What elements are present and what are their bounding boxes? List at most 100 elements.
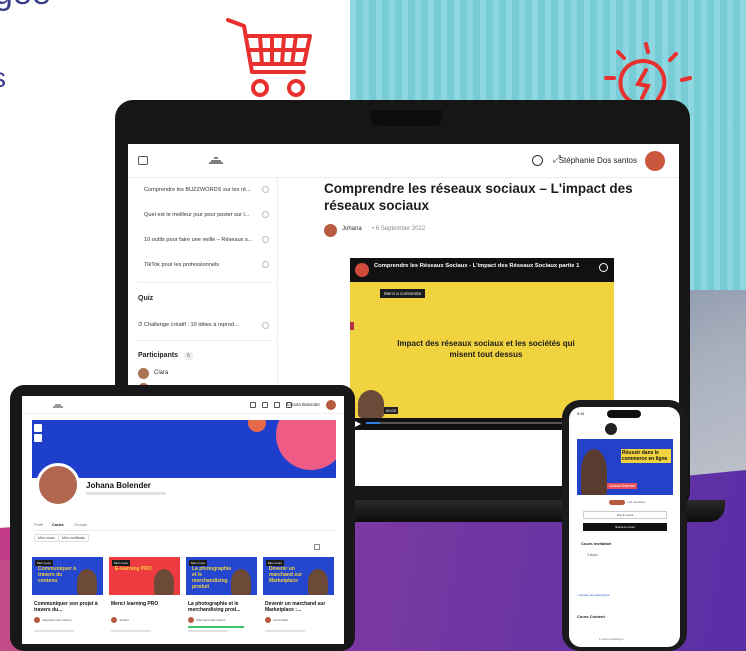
edit-cover-icon[interactable] bbox=[34, 424, 42, 432]
course-card-title[interactable]: Devenir un marchand sur Marketplace :... bbox=[265, 601, 337, 614]
author-avatar[interactable] bbox=[324, 224, 337, 237]
course-hero-image: Réussir dans le commerce en ligne Johana… bbox=[577, 439, 673, 495]
phone-screen: 9:41 Réussir dans le commerce en ligne J… bbox=[569, 407, 680, 647]
divider bbox=[138, 282, 273, 283]
avatar[interactable] bbox=[326, 400, 336, 410]
course-card-image[interactable]: Mon cours Communiquer à travers du conte… bbox=[32, 557, 103, 595]
sidebar-lesson[interactable]: Quel est le meilleur jour pour poster su… bbox=[144, 212, 249, 218]
hero-text-line-2: s bbox=[0, 62, 6, 94]
members-count: +15 membres bbox=[627, 500, 646, 504]
participants-heading: Participants 6 bbox=[138, 352, 193, 360]
quiz-heading: Quiz bbox=[138, 295, 154, 302]
course-card-headline: Devenir un marchand sur Marketplace bbox=[269, 566, 303, 584]
hero-text-line-1: gée bbox=[0, 0, 51, 13]
course-card-title[interactable]: Communiquer son projet à travers du... bbox=[34, 601, 106, 614]
members-avatars bbox=[609, 500, 625, 505]
course-card-headline: E-learning PRO bbox=[115, 566, 152, 572]
watch-later-icon[interactable] bbox=[599, 263, 608, 272]
logo-icon bbox=[53, 404, 63, 408]
publish-date-value: 6 September 2022 bbox=[375, 226, 426, 232]
laptop-camera-notch bbox=[370, 110, 442, 126]
notification-icon[interactable] bbox=[532, 155, 543, 166]
course-hero-headline: Réussir dans le commerce en ligne bbox=[621, 449, 671, 463]
profile-cover bbox=[32, 420, 336, 478]
lesson-status-icon bbox=[262, 261, 269, 268]
course-card-headline: La photographie et le merchandising prod… bbox=[192, 566, 232, 590]
participants-count: 6 bbox=[184, 352, 193, 360]
dynamic-island bbox=[607, 410, 641, 418]
profile-photo[interactable] bbox=[36, 463, 80, 507]
sidebar-lesson[interactable]: 10 outils pour faire une veille – Réseau… bbox=[144, 237, 253, 243]
profile-name: Johana Bolender bbox=[86, 481, 151, 490]
follow-course-button[interactable]: Suivre le cours bbox=[583, 523, 667, 531]
course-meta-placeholder bbox=[111, 630, 151, 632]
course-instructor-photo bbox=[77, 569, 97, 595]
bell-icon[interactable] bbox=[262, 402, 268, 408]
user-name[interactable]: Stéphanie Dos santos bbox=[559, 156, 637, 165]
sidebar-lesson[interactable]: TikTok pour les professionnels bbox=[144, 262, 219, 268]
course-author-avatar bbox=[111, 617, 117, 623]
sidebar-lesson[interactable]: Comprendre les BUZZWORDS sur les ré... bbox=[144, 187, 251, 193]
video-title[interactable]: Comprendre les Réseaux Sociaux - L'impac… bbox=[374, 262, 584, 270]
settings-icon[interactable] bbox=[34, 434, 42, 442]
search-icon[interactable] bbox=[250, 402, 256, 408]
course-progress-bar bbox=[188, 626, 244, 628]
video-progress-fill bbox=[366, 422, 381, 424]
video-marker bbox=[350, 322, 354, 330]
message-icon[interactable] bbox=[274, 402, 280, 408]
cover-decoration bbox=[248, 420, 266, 432]
app-logo-icon[interactable] bbox=[605, 423, 617, 435]
top-bar: ⤢ Stéphanie Dos santos bbox=[128, 144, 679, 178]
participants-heading-label: Participants bbox=[138, 352, 179, 359]
tablet-top-bar: Johana Bolender bbox=[22, 396, 344, 414]
tab-cours[interactable]: Cours bbox=[52, 522, 64, 527]
video-overlay-button[interactable]: Merci a commenta bbox=[380, 289, 426, 298]
course-instructor-photo bbox=[154, 569, 174, 595]
bottom-bar-label[interactable]: 1 cours Learning 1 bbox=[599, 637, 624, 641]
course-meta-placeholder bbox=[265, 630, 305, 632]
author-name[interactable]: Johana bbox=[342, 226, 362, 232]
course-card-title[interactable]: Menci learning PRO bbox=[111, 601, 183, 607]
course-card-image[interactable]: Mon cours La photographie et le merchand… bbox=[186, 557, 257, 595]
status-time: 9:41 bbox=[577, 411, 585, 416]
course-card-image[interactable]: Mon cours E-learning PRO bbox=[109, 557, 180, 595]
course-author-avatar bbox=[265, 617, 271, 623]
video-headline: Impact des réseaux sociaux et les sociét… bbox=[397, 339, 575, 359]
shopping-cart-icon bbox=[226, 18, 312, 97]
tab-profil[interactable]: Profil bbox=[34, 522, 43, 527]
course-card-headline: Communiquer à travers du contenu bbox=[38, 566, 77, 584]
add-description-link[interactable]: + Ajouter une description bbox=[577, 593, 610, 597]
course-instructor-photo bbox=[231, 569, 251, 595]
course-author: Stéphanie Dos santos bbox=[42, 618, 72, 622]
publish-date: • 6 September 2022 bbox=[372, 226, 426, 232]
course-card-title[interactable]: La photographie et le merchandising prod… bbox=[188, 601, 260, 614]
participant-avatar[interactable] bbox=[138, 368, 149, 379]
avatar[interactable] bbox=[645, 151, 665, 171]
course-author: Johana bbox=[119, 618, 129, 622]
lesson-status-icon bbox=[262, 211, 269, 218]
video-timestamp: 00:00 bbox=[384, 407, 399, 414]
channel-avatar[interactable] bbox=[355, 263, 369, 277]
lesson-status-icon bbox=[262, 236, 269, 243]
section-heading: Cours Invitation bbox=[581, 541, 612, 546]
tab-groupe[interactable]: Groupe bbox=[74, 522, 87, 527]
filter-certificates[interactable]: Mes certificats bbox=[58, 534, 89, 542]
grid-view-icon[interactable] bbox=[314, 544, 320, 550]
filter-my-courses[interactable]: Mes cours bbox=[34, 534, 59, 542]
speaker-thumbnail bbox=[358, 390, 384, 418]
quiz-status-icon bbox=[262, 322, 269, 329]
sidebar-toggle-icon[interactable] bbox=[138, 156, 148, 165]
course-author: Laura Pillet bbox=[273, 618, 289, 622]
participant-name[interactable]: Clara bbox=[154, 370, 168, 376]
view-course-button[interactable]: Voir le cours bbox=[583, 511, 667, 519]
course-instructor-photo bbox=[308, 569, 328, 595]
user-name[interactable]: Johana Bolender bbox=[286, 402, 320, 407]
course-content-heading: Cours Content bbox=[577, 614, 605, 619]
divider bbox=[138, 340, 273, 341]
course-card-image[interactable]: Mon cours Devenir un marchand sur Market… bbox=[263, 557, 334, 595]
play-icon[interactable] bbox=[355, 421, 361, 427]
cover-decoration bbox=[276, 420, 336, 470]
tab-divider bbox=[32, 530, 336, 531]
lesson-count: 0 leçon bbox=[587, 553, 598, 557]
quiz-item[interactable]: ⏱ Challenge créatif : 10 idées à reprod.… bbox=[138, 322, 239, 329]
